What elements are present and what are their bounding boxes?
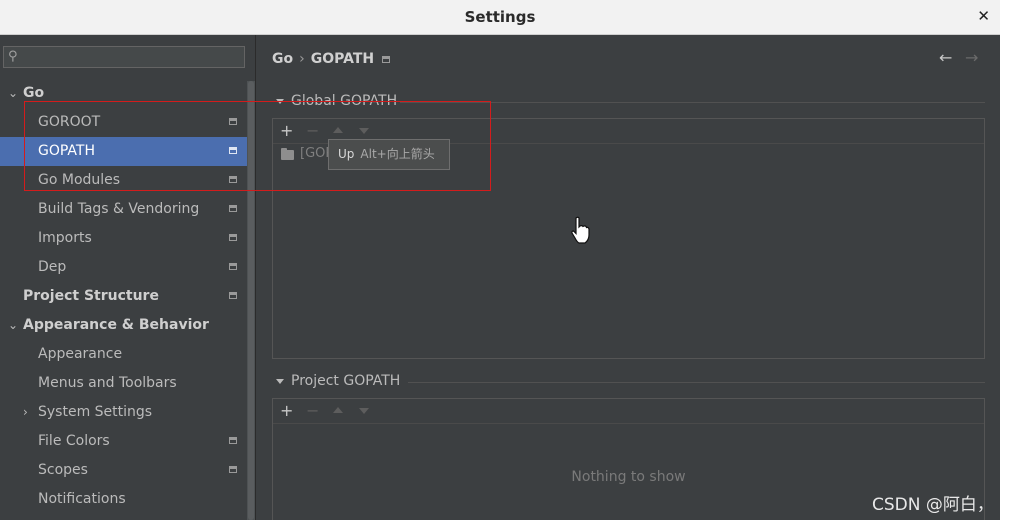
sidebar-item-label: Build Tags & Vendoring bbox=[38, 201, 200, 217]
sidebar-item-label: File Colors bbox=[38, 433, 110, 449]
project-level-icon bbox=[229, 292, 237, 299]
project-gopath-toolbar: + − bbox=[273, 399, 984, 424]
project-level-icon bbox=[229, 466, 237, 473]
chevron-down-icon[interactable]: ⌄ bbox=[8, 311, 18, 340]
project-level-icon bbox=[382, 55, 391, 63]
section-divider bbox=[408, 382, 985, 383]
sidebar-item-menus-toolbars[interactable]: Menus and Toolbars bbox=[0, 369, 247, 398]
back-arrow-icon[interactable]: ← bbox=[939, 48, 952, 67]
sidebar-item-label: Menus and Toolbars bbox=[38, 375, 177, 391]
sidebar-item-imports[interactable]: Imports bbox=[0, 224, 247, 253]
search-box[interactable]: ⚲ bbox=[3, 46, 245, 68]
sidebar-item-label: Imports bbox=[38, 230, 92, 246]
hand-cursor-icon bbox=[571, 216, 590, 244]
remove-icon[interactable]: − bbox=[306, 401, 319, 420]
breadcrumb-root[interactable]: Go bbox=[272, 51, 293, 67]
chevron-down-icon[interactable]: ⌄ bbox=[8, 79, 18, 108]
watermark: CSDN @阿白， bbox=[872, 495, 994, 515]
move-up-icon[interactable] bbox=[333, 407, 343, 413]
breadcrumb: Go › GOPATH bbox=[272, 51, 391, 67]
triangle-down-icon bbox=[276, 378, 284, 384]
move-down-icon[interactable] bbox=[359, 408, 369, 414]
forward-arrow-icon[interactable]: → bbox=[965, 48, 978, 67]
sidebar-item-dep[interactable]: Dep bbox=[0, 253, 247, 282]
project-level-icon bbox=[229, 437, 237, 444]
project-gopath-header[interactable]: Project GOPATH bbox=[276, 373, 400, 389]
project-level-icon bbox=[229, 234, 237, 241]
sidebar-item-label: Project Structure bbox=[23, 288, 159, 304]
sidebar-item-label: Appearance & Behavior bbox=[23, 317, 209, 333]
window-titlebar: Settings ✕ bbox=[0, 0, 1000, 35]
sidebar-item-label: Dep bbox=[38, 259, 67, 275]
sidebar-item-label: Notifications bbox=[38, 491, 126, 507]
breadcrumb-current: GOPATH bbox=[310, 51, 375, 67]
window-title: Settings bbox=[464, 8, 536, 26]
sidebar-item-build-tags[interactable]: Build Tags & Vendoring bbox=[0, 195, 247, 224]
sidebar-item-system-settings[interactable]: › System Settings bbox=[0, 398, 247, 427]
empty-state-text: Nothing to show bbox=[571, 469, 686, 485]
sidebar-item-scopes[interactable]: Scopes bbox=[0, 456, 247, 485]
sidebar-item-label: System Settings bbox=[38, 404, 153, 420]
annotation-box bbox=[24, 101, 491, 191]
project-level-icon bbox=[229, 263, 237, 270]
project-gopath-title: Project GOPATH bbox=[291, 373, 401, 389]
sidebar-item-appearance[interactable]: Appearance bbox=[0, 340, 247, 369]
project-level-icon bbox=[229, 205, 237, 212]
chevron-right-icon[interactable]: › bbox=[23, 398, 28, 427]
search-input[interactable] bbox=[26, 48, 240, 68]
close-icon[interactable]: ✕ bbox=[977, 7, 990, 25]
sidebar-item-file-colors[interactable]: File Colors bbox=[0, 427, 247, 456]
search-icon: ⚲ bbox=[8, 49, 18, 64]
add-icon[interactable]: + bbox=[280, 401, 293, 420]
sidebar-item-notifications[interactable]: Notifications bbox=[0, 485, 247, 514]
sidebar-item-appearance-behavior[interactable]: ⌄ Appearance & Behavior bbox=[0, 311, 247, 340]
breadcrumb-separator: › bbox=[299, 51, 305, 67]
sidebar-item-project-structure[interactable]: Project Structure bbox=[0, 282, 247, 311]
window-edge bbox=[1000, 0, 1012, 520]
sidebar-item-label: Appearance bbox=[38, 346, 123, 362]
sidebar-item-label: Scopes bbox=[38, 462, 88, 478]
